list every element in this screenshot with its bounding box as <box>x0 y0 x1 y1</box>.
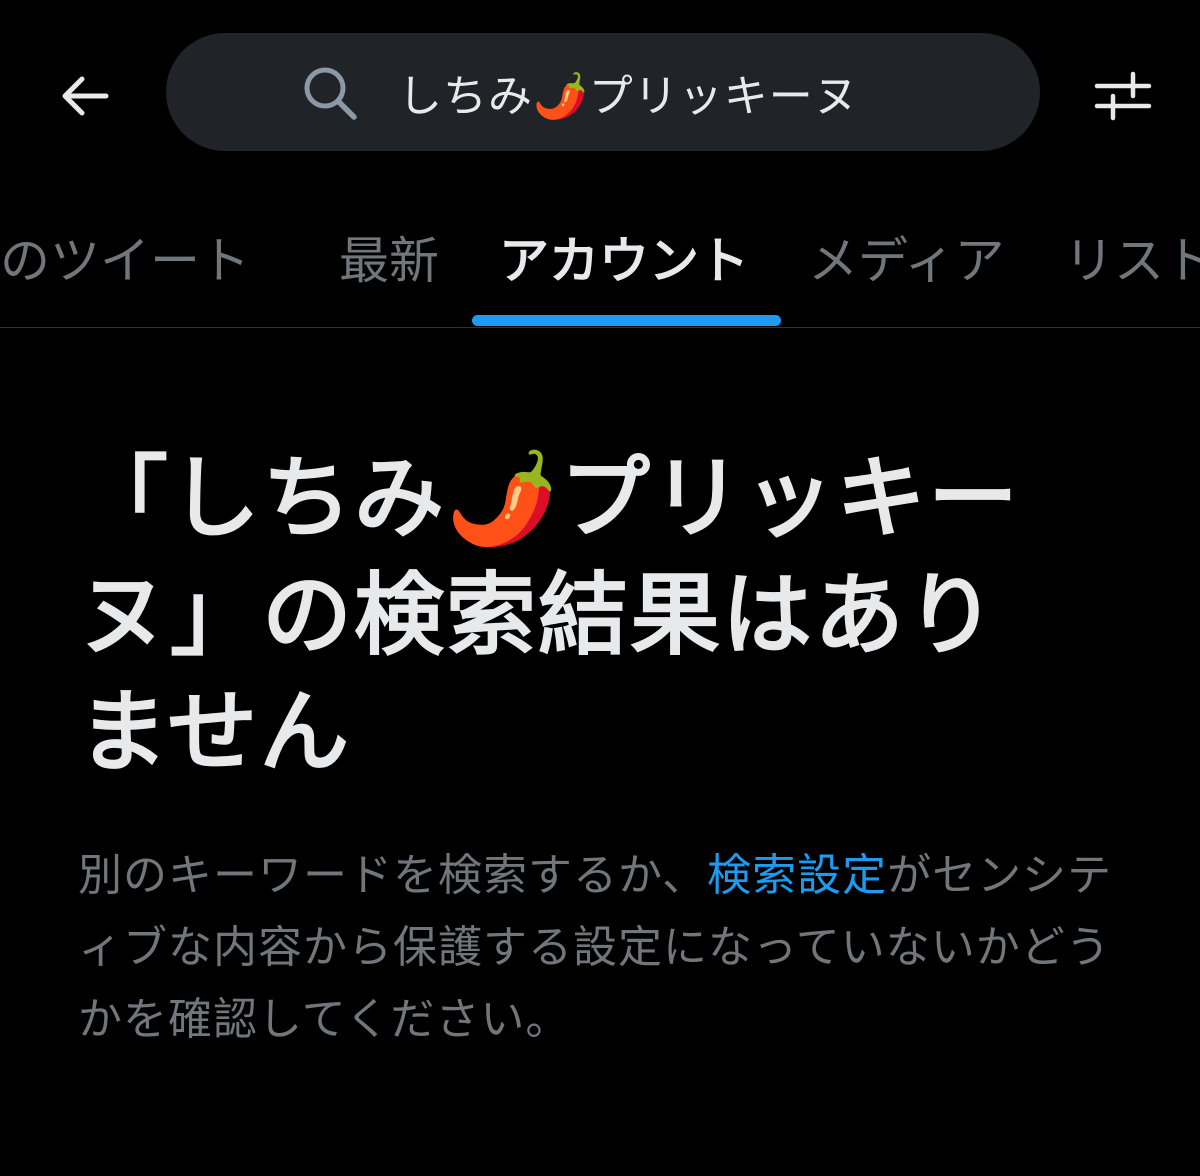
search-filter-button[interactable] <box>1090 64 1156 128</box>
search-settings-link[interactable]: 検索設定 <box>707 850 887 901</box>
sliders-icon <box>1094 71 1152 121</box>
tab-latest[interactable]: 最新 <box>339 226 439 296</box>
search-input[interactable]: しちみ🌶️プリッキーヌ <box>166 33 1040 151</box>
search-header: しちみ🌶️プリッキーヌ <box>0 0 1200 190</box>
tab-accounts[interactable]: アカウント <box>499 226 749 296</box>
tab-top[interactable]: 話題のツイート <box>0 226 250 296</box>
search-tabs: 話題のツイート 最新 アカウント メディア リスト <box>0 200 1200 328</box>
tab-media[interactable]: メディア <box>808 226 1005 296</box>
empty-state-description: 別のキーワードを検索するか、検索設定がセンシティブな内容から保護する設定になって… <box>78 840 1138 1056</box>
empty-state-title: 「しちみ🌶️プリッキー ヌ」の検索結果はあり ません <box>78 440 1138 791</box>
active-tab-indicator <box>472 315 781 326</box>
empty-state-text: 別のキーワードを検索するか、 <box>78 850 708 901</box>
tab-lists[interactable]: リスト <box>1064 226 1200 296</box>
empty-state-title-line: 「しちみ🌶️プリッキー <box>78 446 1021 551</box>
back-button[interactable] <box>52 64 116 128</box>
empty-state-title-line: ません <box>78 680 352 785</box>
empty-state-title-line: ヌ」の検索結果はあり <box>78 563 998 668</box>
search-query-text: しちみ🌶️プリッキーヌ <box>398 71 859 122</box>
arrow-left-icon <box>62 76 109 116</box>
search-icon <box>304 67 357 120</box>
